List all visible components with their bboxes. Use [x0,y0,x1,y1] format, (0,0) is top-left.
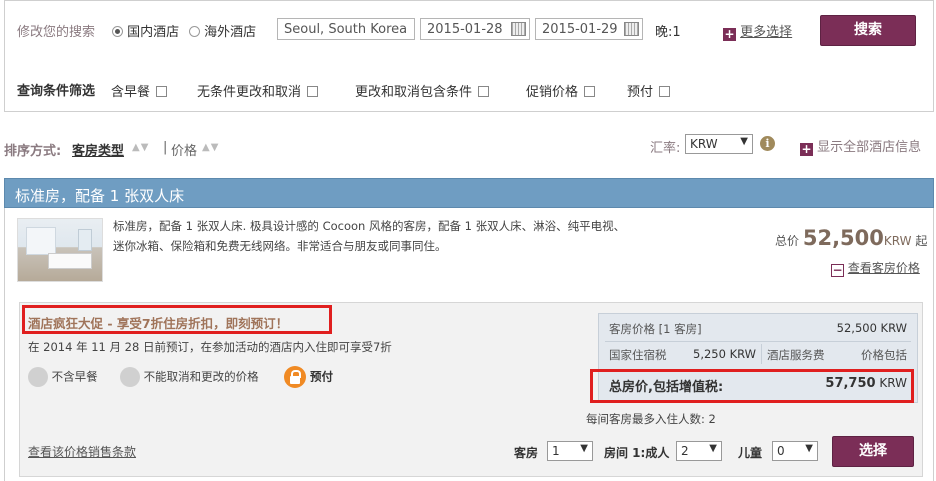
show-all-info-link[interactable]: + 显示全部酒店信息 [800,136,921,156]
filter-conditional-cancel[interactable]: 更改和取消包含条件 [355,81,490,100]
highlight-box [590,369,914,403]
minus-icon: − [831,263,844,277]
sort-separator: | [163,140,168,155]
feature-prepaid: 预付 [284,366,333,388]
room-price-label: 客房价格 [1 客房] [609,322,702,336]
calendar-icon[interactable] [624,22,639,36]
radio-on-icon [112,26,123,37]
sort-label: 排序方式: [4,144,62,159]
checkout-input[interactable]: 2015-01-29 [535,18,643,40]
room-price-value: 52,500 KRW [836,321,907,335]
room-photo[interactable] [17,218,103,282]
max-guests: 每间客房最多入住人数: 2 [586,412,716,426]
destination-input[interactable]: Seoul, South Korea [277,18,415,40]
service-label: 酒店服务费 [767,348,825,362]
filter-promo[interactable]: 促销价格 [526,81,596,100]
no-breakfast-icon [28,367,48,387]
children-select[interactable]: 0 ▼ [772,441,818,461]
calendar-icon[interactable] [511,22,526,36]
currency-select[interactable]: KRW ▼ [685,134,753,154]
room-card: 标准房，配备 1 张双人床. 极具设计感的 Cocoon 风格的客房，配备 1 … [4,208,934,481]
rooms-label: 客房 [514,446,539,460]
radio-off-icon [189,26,200,37]
sort-arrows-icon[interactable]: ▲▼ [132,142,149,153]
filter-prepaid[interactable]: 预付 [627,81,671,100]
modify-search-label: 修改您的搜索 [17,25,96,40]
filter-free-cancel[interactable]: 无条件更改和取消 [197,81,319,100]
feature-breakfast: 不含早餐 [28,367,98,387]
tax-value: 5,250 KRW [693,347,757,361]
sort-arrows-icon[interactable]: ▲▼ [202,142,219,153]
filter-breakfast[interactable]: 含早餐 [111,81,168,100]
chevron-down-icon: ▼ [580,443,588,454]
service-value: 价格包括 [861,348,907,362]
adults-select[interactable]: 2 ▼ [676,441,722,461]
room-total-price: 总价 52,500KRW 起 [775,226,928,250]
checkbox[interactable] [659,86,671,97]
currency-label: 汇率: [650,141,681,156]
chevron-down-icon: ▼ [805,443,813,454]
room-description: 标准房，配备 1 张双人床. 极具设计感的 Cocoon 风格的客房，配备 1 … [113,219,626,253]
lock-icon [284,366,306,388]
sort-room-type[interactable]: 客房类型 [72,140,124,159]
promo-detail: 在 2014 年 11 月 28 日前预订，在参加活动的酒店内入住即可享受7折 [28,340,392,354]
info-icon[interactable]: i [760,136,775,151]
terms-link[interactable]: 查看该价格销售条款 [28,443,136,460]
tax-label: 国家住宿税 [609,348,667,362]
search-panel: 修改您的搜索 国内酒店 海外酒店 Seoul, South Korea 2015… [4,0,934,112]
feature-non-refundable: 不能取消和更改的价格 [120,367,259,387]
chevron-down-icon: ▼ [709,443,717,454]
chevron-down-icon: ▼ [740,136,748,147]
search-button[interactable]: 搜索 [820,15,916,46]
checkbox[interactable] [307,86,319,97]
checkbox[interactable] [478,86,490,97]
checkin-input[interactable]: 2015-01-28 [420,18,530,40]
children-label: 儿童 [738,446,763,460]
adults-label: 房间 1:成人 [604,446,670,460]
sort-price[interactable]: 价格 [171,140,197,159]
rooms-select[interactable]: 1 ▼ [547,441,593,461]
radio-domestic[interactable]: 国内酒店 [112,21,179,40]
select-button[interactable]: 选择 [832,436,914,467]
rate-offer: 酒店疯狂大促 - 享受7折住房折扣，即刻预订！ 在 2014 年 11 月 28… [19,302,923,477]
non-refundable-icon [120,367,140,387]
nights-label: 晚:1 [655,25,681,40]
radio-overseas[interactable]: 海外酒店 [189,21,256,40]
checkbox[interactable] [584,86,596,97]
plus-icon: + [723,27,736,41]
filters-title: 查询条件筛选 [17,84,96,99]
room-title: 标准房，配备 1 张双人床 [4,178,934,208]
plus-icon: + [800,142,813,156]
checkbox[interactable] [156,86,168,97]
more-options-link[interactable]: + 更多选择 [723,21,792,41]
view-room-prices-link[interactable]: − 查看客房价格 [831,259,920,277]
highlight-box [22,305,332,334]
